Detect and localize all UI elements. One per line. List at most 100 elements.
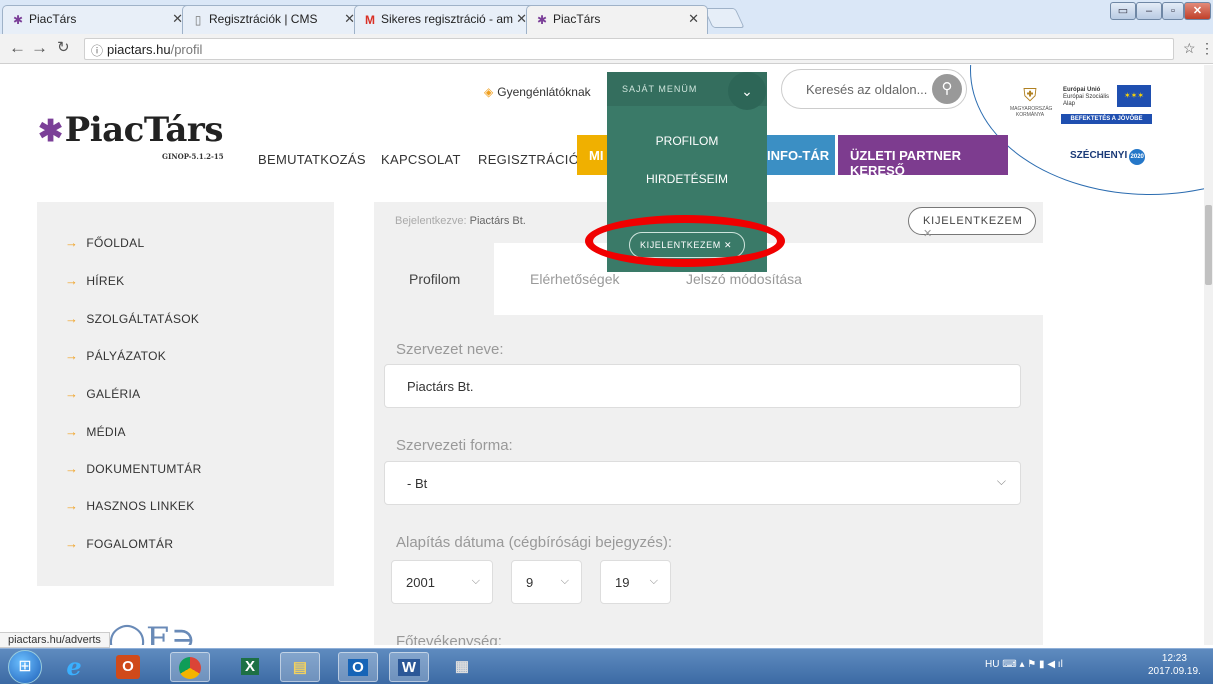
- eu-slogan: BEFEKTETÉS A JÖVŐBE: [1061, 114, 1152, 124]
- arrow-right-icon: →: [65, 311, 79, 326]
- browser-tab[interactable]: ▯ Regisztrációk | CMS ✕: [182, 5, 364, 34]
- bookmark-star-icon[interactable]: ☆: [1183, 39, 1196, 57]
- decorative-arc: [970, 65, 1204, 195]
- chevron-down-icon: ⌵: [471, 575, 480, 587]
- arrow-right-icon: →: [65, 424, 79, 439]
- clock-date: 2017.09.19.: [1148, 666, 1201, 677]
- search-input[interactable]: Keresés az oldalon... ⚲: [781, 69, 967, 109]
- chevron-down-icon[interactable]: ⌄: [728, 72, 766, 110]
- signal-icon[interactable]: ıl: [1058, 659, 1063, 670]
- month-value: 9: [526, 575, 534, 590]
- nav-regisztracio[interactable]: REGISZTRÁCIÓ: [478, 152, 579, 167]
- search-icon[interactable]: ⚲: [932, 74, 962, 104]
- internet-explorer-icon[interactable]: e: [54, 652, 94, 682]
- year-select[interactable]: 2001 ⌵: [391, 560, 493, 604]
- org-name-field[interactable]: Piactárs Bt.: [384, 364, 1021, 408]
- arrow-right-icon: →: [65, 273, 79, 288]
- search-placeholder: Keresés az oldalon...: [806, 82, 928, 97]
- back-arrow-icon[interactable]: ←: [9, 39, 26, 57]
- file-explorer-icon[interactable]: ▤: [280, 652, 320, 682]
- scrollbar-thumb[interactable]: [1205, 205, 1212, 285]
- logo-subtitle: GINOP-5.1.2-15: [162, 152, 224, 161]
- arrow-right-icon: →: [65, 386, 79, 401]
- nav-mi-label: MI: [589, 148, 604, 163]
- menu-logout-button[interactable]: KIJELENTKEZEM ✕: [629, 232, 745, 258]
- chrome-icon[interactable]: [170, 652, 210, 682]
- sidebar-item-hirek[interactable]: → HÍREK: [65, 273, 125, 288]
- calculator-icon[interactable]: ▦: [442, 652, 482, 682]
- sidebar-item-label: FOGALOMTÁR: [86, 537, 174, 551]
- nav-bemutatkozas[interactable]: BEMUTATKOZÁS: [258, 152, 366, 167]
- org-form-value: - Bt: [407, 476, 428, 491]
- url-host: piactars.hu: [107, 42, 171, 57]
- keyboard-icon[interactable]: ⌨: [1002, 659, 1016, 670]
- sidebar-item-palyazatok[interactable]: → PÁLYÁZATOK: [65, 348, 166, 363]
- info-icon[interactable]: ⓘ: [91, 42, 103, 59]
- sidebar-item-label: GALÉRIA: [86, 387, 141, 401]
- tray-expand-icon[interactable]: ▴: [1019, 659, 1024, 670]
- clock[interactable]: 12:23 2017.09.19.: [1148, 652, 1201, 678]
- org-name-label: Szervezet neve:: [396, 341, 504, 358]
- logout-button[interactable]: KIJELENTKEZEM ✕: [908, 207, 1036, 240]
- founding-date-label: Alapítás dátuma (cégbírósági bejegyzés):: [396, 534, 672, 551]
- vertical-scrollbar[interactable]: [1204, 65, 1213, 645]
- sidebar-item-media[interactable]: → MÉDIA: [65, 424, 126, 439]
- language-indicator[interactable]: HU: [985, 659, 999, 670]
- browser-tab[interactable]: M Sikeres regisztráció - am ✕: [354, 5, 536, 34]
- page-icon: ▯: [194, 13, 202, 27]
- user-icon[interactable]: ▭: [1110, 2, 1136, 20]
- sidebar-item-dokumentumtar[interactable]: → DOKUMENTUMTÁR: [65, 461, 202, 476]
- close-window-button[interactable]: ✕: [1184, 2, 1211, 20]
- volume-icon[interactable]: ◀: [1047, 659, 1055, 670]
- sidebar-item-label: HÍREK: [86, 274, 125, 288]
- maximize-button[interactable]: ▫: [1162, 2, 1184, 20]
- url-path: /profil: [170, 42, 203, 57]
- day-select[interactable]: 19 ⌵: [600, 560, 671, 604]
- sidebar-item-label: HASZNOS LINKEK: [86, 499, 195, 513]
- tab-profilom[interactable]: Profilom: [374, 243, 494, 315]
- browser-tab[interactable]: ✱ PiacTárs ✕: [2, 5, 192, 34]
- tab-close-icon[interactable]: ✕: [688, 11, 699, 27]
- hungary-government-logo: ⛨ MAGYARORSZÁG KORMÁNYA: [1010, 85, 1052, 129]
- szechenyi-logo: SZÉCHENYI 2020: [1070, 149, 1146, 165]
- org-form-select[interactable]: - Bt ⌵: [384, 461, 1021, 505]
- browser-tab-active[interactable]: ✱ PiacTárs ✕: [526, 5, 708, 34]
- minimize-button[interactable]: –: [1136, 2, 1162, 20]
- nav-info-tar[interactable]: INFO-TÁR: [767, 135, 835, 175]
- site-logo[interactable]: ✱PiacTárs: [38, 110, 224, 150]
- menu-item-profilom[interactable]: PROFILOM: [607, 134, 767, 148]
- reload-icon[interactable]: ↻: [57, 39, 70, 57]
- menu-item-hirdeteseim[interactable]: HIRDETÉSEIM: [607, 172, 767, 186]
- accessibility-link[interactable]: ◈ Gyengénlátóknak: [484, 85, 591, 99]
- month-select[interactable]: 9 ⌵: [511, 560, 582, 604]
- gmail-icon: M: [365, 13, 375, 27]
- szechenyi-year: 2020: [1129, 149, 1146, 165]
- sidebar-item-hasznos-linkek[interactable]: → HASZNOS LINKEK: [65, 498, 195, 513]
- sidebar-item-fooldal[interactable]: → FŐOLDAL: [65, 235, 144, 250]
- menu-dots-icon[interactable]: ⋮: [1200, 39, 1213, 57]
- excel-icon[interactable]: X: [230, 652, 270, 682]
- nav-uzleti-partner[interactable]: ÜZLETI PARTNER KERESŐ: [838, 135, 1008, 178]
- outlook-icon[interactable]: O: [338, 652, 378, 682]
- sidebar-item-label: DOKUMENTUMTÁR: [86, 462, 202, 476]
- arrow-right-icon: →: [65, 498, 79, 513]
- word-icon[interactable]: W: [389, 652, 429, 682]
- tab-title: PiacTárs: [553, 12, 601, 26]
- nav-kapcsolat[interactable]: KAPCSOLAT: [381, 152, 461, 167]
- eu-line2: Európai Szociális: [1063, 94, 1110, 100]
- office-icon[interactable]: O: [116, 655, 140, 679]
- sidebar-item-galeria[interactable]: → GALÉRIA: [65, 386, 140, 401]
- tab-title: Regisztrációk | CMS: [209, 12, 318, 26]
- chevron-down-icon: ⌵: [649, 575, 658, 587]
- url-field[interactable]: ⓘ piactars.hu/profil: [84, 38, 1174, 60]
- start-button[interactable]: ⊞: [8, 650, 42, 684]
- new-tab-button[interactable]: [703, 8, 745, 28]
- tab-label: Profilom: [409, 271, 461, 287]
- forward-arrow-icon[interactable]: →: [31, 39, 48, 57]
- contrast-icon: ◈: [484, 85, 494, 99]
- sidebar-item-fogalomtar[interactable]: → FOGALOMTÁR: [65, 536, 173, 551]
- sidebar-item-szolgaltatasok[interactable]: → SZOLGÁLTATÁSOK: [65, 311, 199, 326]
- network-icon[interactable]: ▮: [1039, 659, 1045, 670]
- nav-mi[interactable]: MI: [577, 135, 607, 175]
- action-center-icon[interactable]: ⚑: [1027, 659, 1036, 670]
